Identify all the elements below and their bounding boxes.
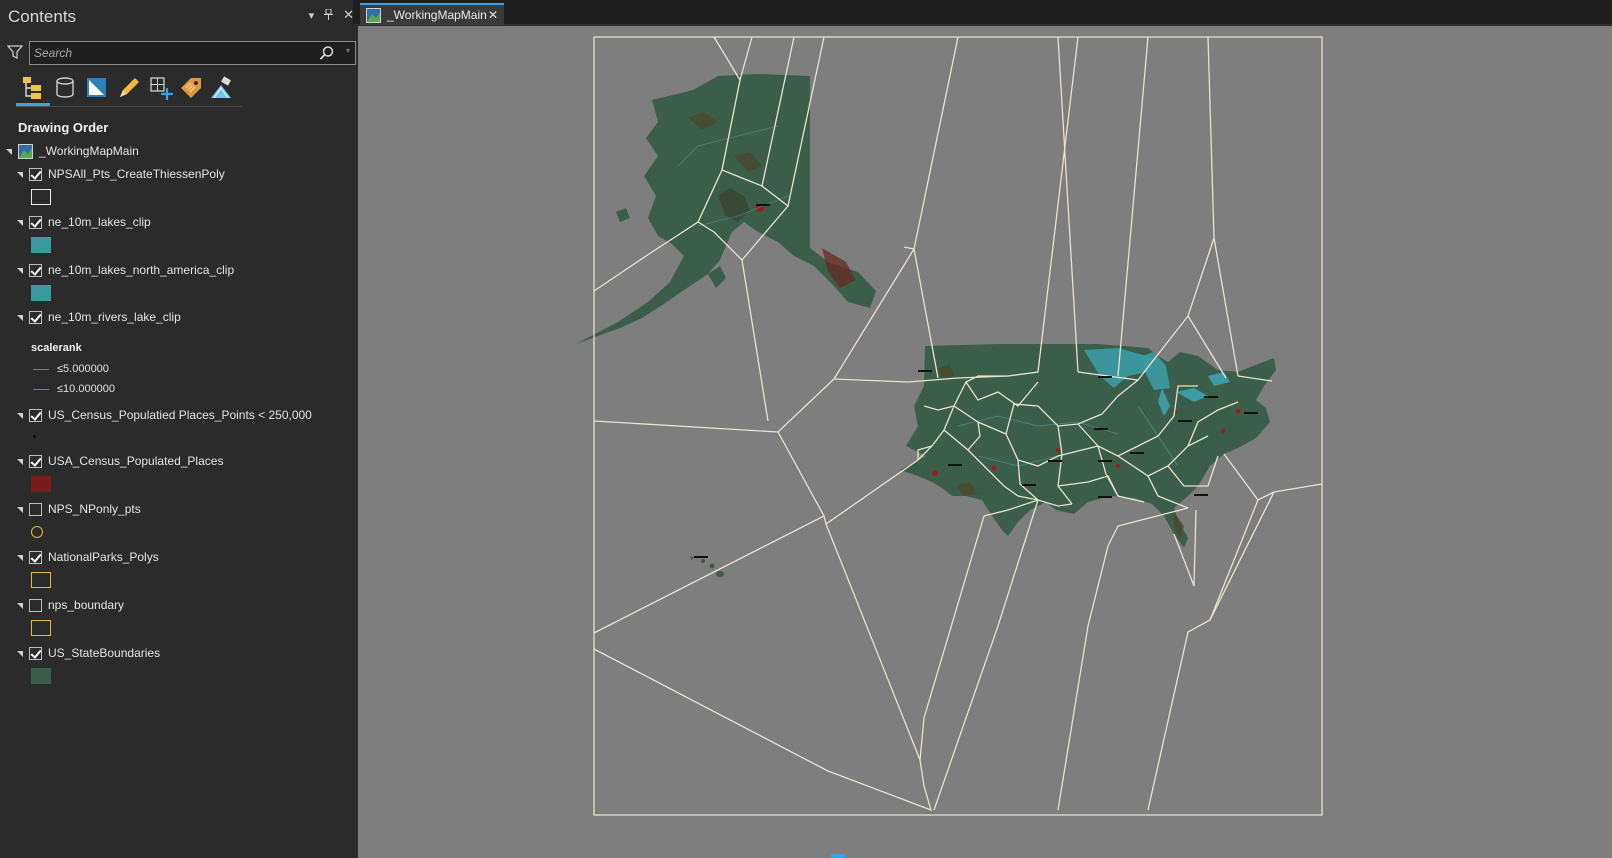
layer-row[interactable]: ne_10m_lakes_clip [17,213,151,231]
layer-visibility-checkbox[interactable] [29,454,42,468]
layer-name: NationalParks_Polys [48,550,159,564]
layer-row[interactable]: US_Census_Populatied Places_Points < 250… [17,406,312,424]
close-tab-icon[interactable]: ✕ [488,8,498,22]
expand-icon[interactable] [17,555,23,561]
layer-row[interactable]: NPSAll_Pts_CreateThiessenPoly [17,165,225,183]
layer-name: nps_boundary [48,598,125,612]
layer-name: US_StateBoundaries [48,646,161,660]
map-tab-label: _WorkingMapMain [387,8,487,22]
layer-row[interactable]: NPS_NPonly_pts [17,500,141,518]
layer-row[interactable]: USA_Census_Populated_Places [17,452,223,470]
list-by-perspective-imagery-icon[interactable] [208,75,234,101]
contents-pane: Contents ▾ ✕ ▾ [0,0,360,858]
expand-icon[interactable] [17,459,23,465]
layer-visibility-checkbox[interactable] [29,408,42,422]
map-icon [366,7,381,23]
pin-icon[interactable] [324,8,334,23]
layer-visibility-checkbox[interactable] [29,646,42,660]
layer-symbol[interactable] [31,620,51,636]
layer-visibility-checkbox[interactable] [29,310,42,324]
layer-name: ne_10m_lakes_north_america_clip [48,263,235,277]
list-by-labeling-icon[interactable] [178,75,204,101]
map-drawing[interactable] [358,26,1612,858]
layer-name: USA_Census_Populated_Places [48,454,224,468]
expand-icon[interactable] [17,172,23,178]
layer-name: ne_10m_rivers_lake_clip [48,310,181,324]
map-node[interactable]: _WorkingMapMain [6,142,139,160]
active-tool-indicator [16,103,50,106]
layer-visibility-checkbox[interactable] [29,215,42,229]
point-symbol[interactable] [33,435,36,438]
layer-symbol[interactable] [31,285,51,301]
layer-symbol[interactable] [31,476,51,492]
contents-header: Contents ▾ ✕ [0,0,360,34]
search-icon[interactable] [319,45,335,61]
layer-visibility-checkbox[interactable] [29,263,42,277]
class-label: ≤10.000000 [57,383,116,395]
layer-visibility-checkbox[interactable] [29,502,42,516]
layer-symbol[interactable] [31,572,51,588]
layer-name: ne_10m_lakes_clip [48,215,151,229]
map-node-label: _WorkingMapMain [39,144,139,158]
expand-icon[interactable] [17,507,23,513]
expand-icon[interactable] [17,315,23,321]
search-box[interactable]: ▾ [29,41,356,65]
layer-symbol[interactable] [31,668,51,684]
layer-symbol[interactable] [31,237,51,253]
expand-icon[interactable] [17,220,23,226]
layer-name: US_Census_Populatied Places_Points < 250… [48,408,312,422]
layer-symbol[interactable] [31,189,51,205]
search-dropdown-icon[interactable]: ▾ [346,46,350,55]
expand-icon[interactable] [6,149,12,155]
layer-visibility-checkbox[interactable] [29,167,42,181]
layer-name: NPSAll_Pts_CreateThiessenPoly [48,167,225,181]
map-icon [18,143,33,159]
layer-row[interactable]: nps_boundary [17,596,124,614]
layer-visibility-checkbox[interactable] [29,598,42,612]
drawing-order-heading: Drawing Order [18,120,109,135]
bottom-tab-indicator [831,854,845,858]
class-label: ≤5.000000 [57,363,109,375]
layer-row[interactable]: ne_10m_rivers_lake_clip [17,308,181,326]
contiguous-us-landmass [900,344,1276,548]
hawaii-islands [690,556,724,577]
expand-icon[interactable] [17,268,23,274]
list-by-snapping-icon[interactable] [148,75,174,101]
expand-icon[interactable] [17,413,23,419]
search-input[interactable] [34,44,314,62]
layer-name: NPS_NPonly_pts [48,502,141,516]
pane-menu-icon[interactable]: ▾ [309,9,315,23]
line-symbol[interactable] [33,389,49,390]
expand-icon[interactable] [17,651,23,657]
contents-title: Contents [8,7,77,26]
map-view[interactable] [358,26,1612,858]
symbology-field-label: scalerank [31,342,82,354]
layer-row[interactable]: US_StateBoundaries [17,644,160,662]
expand-icon[interactable] [17,603,23,609]
list-by-editing-icon[interactable] [116,75,142,101]
list-by-selection-icon[interactable] [84,75,110,101]
layer-row[interactable]: NationalParks_Polys [17,548,159,566]
contents-toolbar [16,73,242,107]
list-by-data-source-icon[interactable] [52,75,78,101]
map-tab-strip: _WorkingMapMain ✕ [353,0,1612,26]
line-symbol[interactable] [33,369,49,370]
list-by-drawing-order-icon[interactable] [20,75,46,101]
layer-row[interactable]: ne_10m_lakes_north_america_clip [17,261,234,279]
layer-visibility-checkbox[interactable] [29,550,42,564]
circle-symbol[interactable] [31,526,43,538]
filter-icon[interactable] [7,44,23,60]
map-tab[interactable]: _WorkingMapMain ✕ [360,3,504,25]
alaska-landmass [576,74,876,344]
